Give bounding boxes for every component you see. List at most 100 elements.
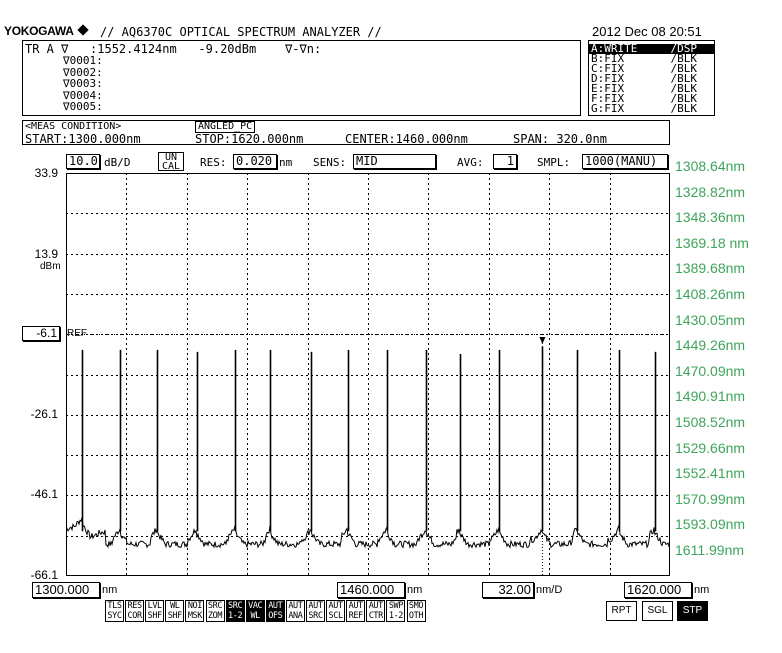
stop-wavelength-input[interactable]: 1620.000 (624, 582, 692, 598)
function-key[interactable]: NOI MSK (185, 600, 205, 622)
wavelength-annotation: 1348.36nm (675, 209, 746, 226)
instrument-title: // AQ6370C OPTICAL SPECTRUM ANALYZER // (100, 25, 382, 39)
wavelength-annotation: 1389.68nm (675, 260, 746, 277)
diamond-icon (77, 24, 89, 36)
wavelength-annotation: 1529.66nm (675, 439, 746, 456)
spectrum-plot[interactable] (66, 173, 670, 576)
brand-name: YOKOGAWA (4, 24, 74, 38)
function-key-line-1: AUT (288, 601, 303, 611)
function-key[interactable]: LVL SHF (145, 600, 165, 622)
function-key-line-2: ZOM (207, 611, 223, 621)
function-key[interactable]: SWP 1-2 (386, 600, 406, 622)
function-key[interactable]: AUT OFS (265, 600, 285, 622)
function-key-line-1: WL (170, 601, 180, 611)
marker-list: ∇0001: ∇0002: ∇0003: ∇0004: ∇0005: (63, 55, 103, 113)
wavelength-annotation: 1308.64nm (675, 158, 746, 174)
function-key[interactable]: AUT SCL (326, 600, 346, 622)
spectrum-trace (66, 346, 670, 549)
wavelength-annotation: 1593.09nm (675, 516, 746, 533)
sampling-input[interactable]: 1000(MANU) (582, 154, 668, 169)
uncal-line-2: CAL (161, 161, 181, 172)
span-value: SPAN: 320.0nm (513, 132, 607, 146)
function-key-line-1: LVL (147, 601, 163, 611)
y-tick-label: -66.1 (30, 568, 58, 582)
wavelength-annotation: 1430.05nm (675, 311, 746, 328)
wavelength-annotation: 1490.91nm (675, 388, 746, 405)
meas-condition-header: <MEAS CONDITION> (25, 121, 122, 132)
noise-floor-trace (66, 517, 670, 549)
start-wavelength: START:1300.000nm (25, 132, 141, 146)
function-key-line-1: RES (127, 601, 143, 611)
function-key-line-1: VAC (248, 601, 263, 611)
function-key-line-1: NOI (187, 601, 203, 611)
sweep-sgl-button[interactable]: SGL (642, 601, 673, 621)
function-key-line-2: REF (348, 611, 364, 621)
function-key[interactable]: SRC ZOM (205, 600, 225, 622)
function-key-line-2: ANA (288, 611, 303, 621)
start-wavelength-input[interactable]: 1300.000 (32, 582, 100, 598)
marker-row[interactable]: ∇0001: (63, 55, 103, 67)
center-wavelength-input[interactable]: 1460.000 (337, 582, 405, 598)
function-key[interactable]: WL SHF (165, 600, 185, 622)
wavelength-annotation: 1408.26nm (675, 286, 746, 302)
function-key[interactable]: RES COR (125, 600, 145, 622)
function-key-line-2: SYC (107, 611, 122, 621)
sensitivity-select[interactable]: MID (353, 154, 436, 169)
function-key-line-1: SWP (388, 601, 404, 611)
function-key-line-1: AUT (308, 601, 323, 611)
function-key-line-2: OFS (268, 611, 283, 621)
sweep-stp-button[interactable]: STP (677, 601, 708, 621)
date-time: 2012 Dec 08 20:51 (592, 24, 702, 39)
function-key-line-2: COR (127, 611, 143, 621)
wavelength-annotation: 1369.18 nm (675, 234, 749, 251)
function-key-line-1: SMO (408, 601, 424, 611)
marker-row[interactable]: ∇0005: (63, 101, 103, 113)
y-tick-label: -46.1 (30, 487, 58, 501)
scale-unit: dB/D (104, 156, 131, 169)
function-key-line-2: SCL (328, 611, 344, 621)
function-key[interactable]: AUT CTR (366, 600, 386, 622)
wavelength-annotation: 1508.52nm (675, 414, 746, 430)
function-key[interactable]: AUT SRC (306, 600, 325, 622)
function-key[interactable]: SRC 1-2 (225, 600, 245, 622)
plot-grid (66, 173, 670, 576)
meas-condition-panel: <MEAS CONDITION> ANGLED_PC START:1300.00… (22, 120, 670, 146)
span-per-div-input[interactable]: 32.00 (482, 582, 534, 598)
resolution-input[interactable]: 0.020 (233, 154, 277, 169)
wavelength-annotation: 1328.82nm (675, 183, 746, 200)
function-key[interactable]: AUT ANA (285, 600, 305, 622)
function-key[interactable]: TLS SYC (105, 600, 124, 622)
y-unit: dBm (40, 261, 61, 272)
stop-unit: nm (694, 584, 710, 596)
wavelength-annotation: 1449.26nm (675, 337, 746, 354)
average-input[interactable]: 1 (493, 154, 517, 169)
function-key-line-2: WL (250, 611, 260, 621)
function-key-line-1: AUT (328, 601, 344, 611)
y-tick-label: 33.9 (34, 166, 58, 180)
marker-triangle-icon (539, 337, 546, 344)
ref-level-input[interactable]: -6.1 (22, 326, 60, 341)
function-key-line-2: OTH (408, 611, 424, 621)
center-wavelength: CENTER:1460.000nm (345, 132, 468, 146)
trace-panel: A:WRITE /DSP B:FIX /BLK C:FIX /BLK D:FIX /B… (588, 40, 715, 116)
trace-row[interactable]: G:FIX /BLK (589, 103, 714, 114)
wavelength-annotation: 1570.99nm (675, 490, 746, 507)
function-key-line-2: SHF (167, 611, 183, 621)
function-key-line-2: CTR (368, 611, 384, 621)
wavelength-annotation: 1470.09nm (675, 362, 746, 379)
marker-row[interactable]: ∇0003: (63, 78, 103, 90)
function-key[interactable]: SMO OTH (406, 600, 426, 622)
function-key-line-1: AUT (268, 601, 283, 611)
res-unit: nm (279, 156, 293, 169)
scale-input[interactable]: 10.0 (66, 154, 100, 169)
start-unit: nm (102, 584, 118, 596)
sweep-rpt-button[interactable]: RPT (606, 601, 637, 621)
wavelength-annotation: 1552.41nm (675, 465, 746, 482)
avg-label: AVG: (457, 156, 484, 169)
res-label: RES: (200, 156, 227, 169)
function-key[interactable]: AUT REF (346, 600, 366, 622)
brand-logo: YOKOGAWA (4, 24, 89, 38)
function-key[interactable]: VAC WL (245, 600, 265, 622)
function-key-line-2: SHF (147, 611, 163, 621)
span-per-div-unit: nm/D (536, 584, 563, 596)
